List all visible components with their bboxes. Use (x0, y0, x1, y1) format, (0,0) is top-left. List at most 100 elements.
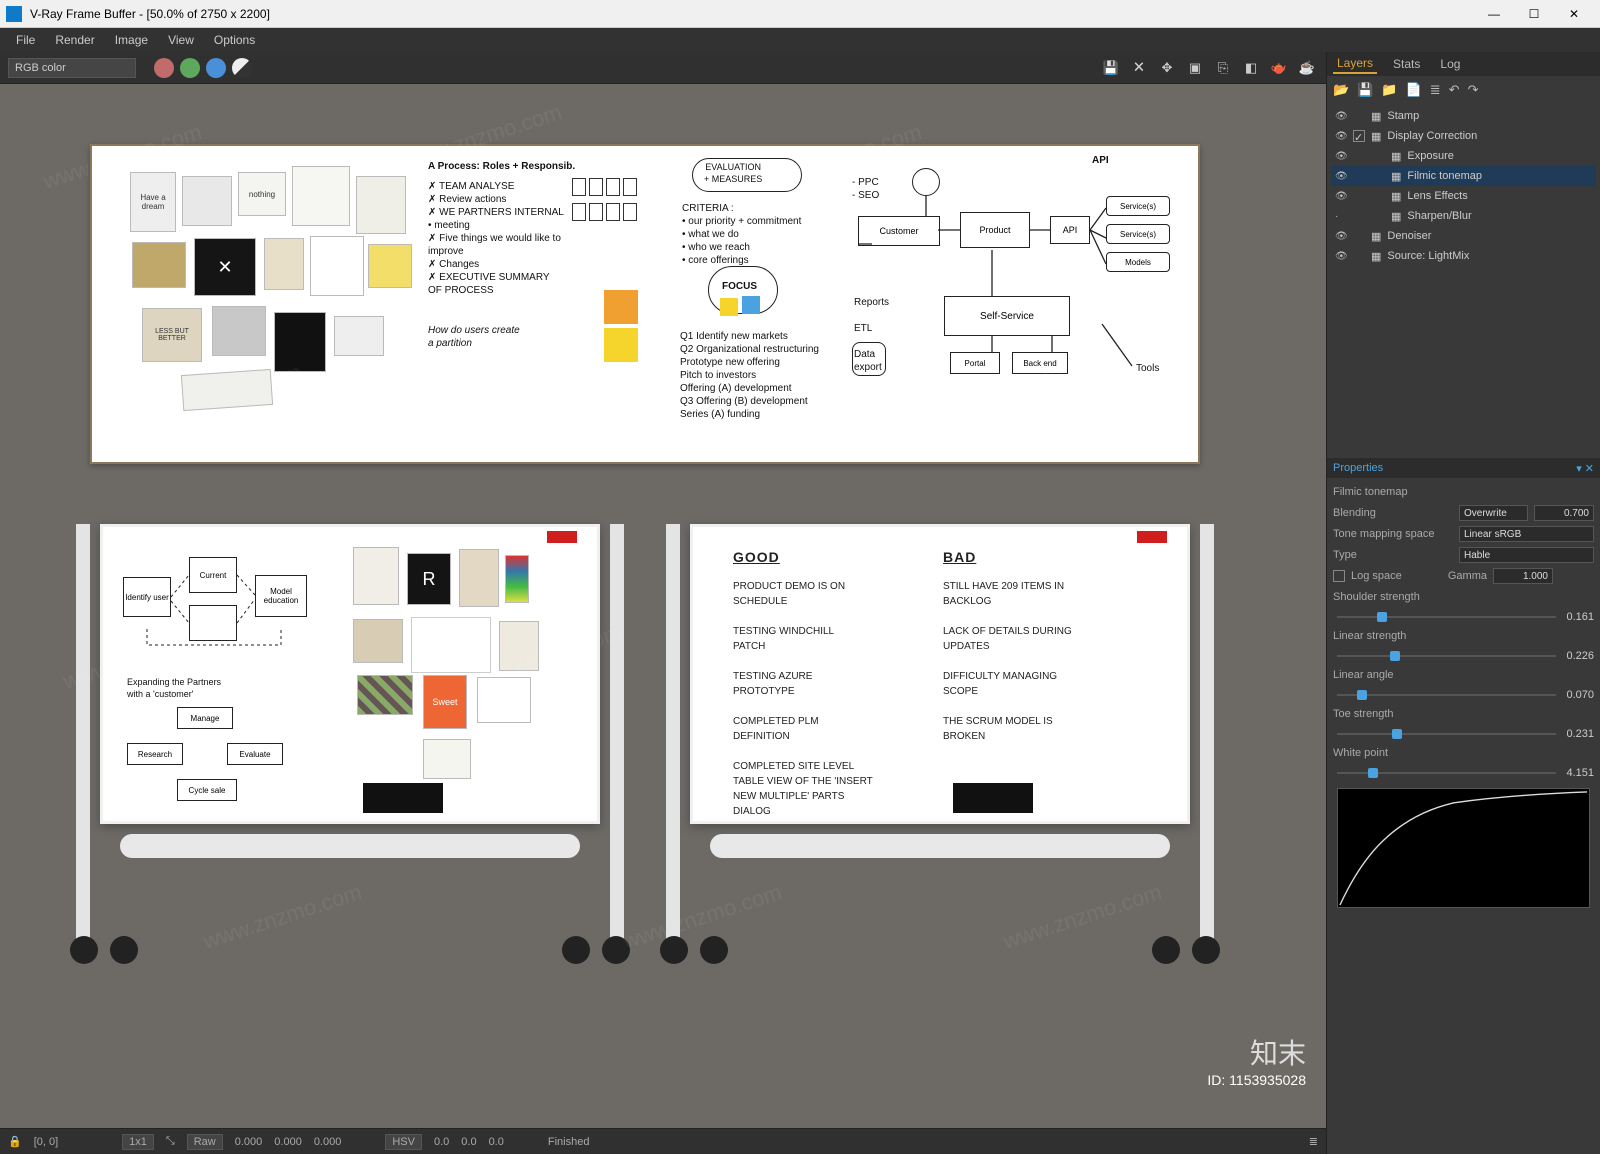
layer-redo-icon[interactable]: ↷ (1468, 82, 1479, 98)
layer-folder-icon[interactable]: 📁 (1381, 82, 1397, 98)
slider-thumb[interactable] (1368, 768, 1378, 778)
ab-compare-icon[interactable]: ◧ (1240, 57, 1262, 79)
type-dropdown[interactable]: Hable (1459, 547, 1594, 563)
layer-checkbox[interactable]: ✓ (1353, 130, 1365, 142)
gamma-value[interactable]: 1.000 (1493, 568, 1553, 584)
minimize-button[interactable]: — (1474, 1, 1514, 27)
moodboard-ticket (181, 369, 273, 411)
moodboard-sticky (368, 244, 412, 288)
log-space-checkbox[interactable] (1333, 570, 1345, 582)
layer-type-icon: ▦ (1391, 210, 1401, 223)
slider-value[interactable]: 0.231 (1566, 728, 1594, 740)
visibility-icon[interactable]: 👁 (1335, 191, 1347, 202)
blending-amount[interactable]: 0.700 (1534, 505, 1594, 521)
tab-stats[interactable]: Stats (1389, 55, 1424, 73)
brand-badge (547, 531, 577, 543)
layer-add-icon[interactable]: 📄 (1406, 82, 1422, 98)
layer-list-icon[interactable]: ≣ (1430, 82, 1441, 98)
board-criteria: CRITERIA : • our priority + commitment •… (682, 202, 801, 267)
properties-header[interactable]: Properties ▾ ✕ (1327, 458, 1600, 478)
menu-view[interactable]: View (158, 30, 204, 50)
slider-track[interactable] (1337, 655, 1556, 657)
slider-track[interactable] (1337, 616, 1556, 618)
slider-value[interactable]: 0.070 (1566, 689, 1594, 701)
channel-dropdown[interactable]: RGB color (8, 58, 136, 78)
link-icon[interactable]: ⎘ (1212, 57, 1234, 79)
channel-blue[interactable] (206, 58, 226, 78)
layer-row[interactable]: 👁▦Lens Effects (1331, 186, 1596, 206)
layer-name: Sharpen/Blur (1407, 210, 1592, 222)
slider-thumb[interactable] (1392, 729, 1402, 739)
slider-value[interactable]: 0.226 (1566, 650, 1594, 662)
layer-row[interactable]: 👁▦Exposure (1331, 146, 1596, 166)
teapot-icon[interactable]: ☕ (1296, 57, 1318, 79)
bucket-icon[interactable]: 🫖 (1268, 57, 1290, 79)
slider-value[interactable]: 4.151 (1566, 767, 1594, 779)
slider-track[interactable] (1337, 694, 1556, 696)
diagram-box: Product (960, 212, 1030, 248)
status-hsv-label[interactable]: HSV (385, 1134, 422, 1150)
menu-file[interactable]: File (6, 30, 45, 50)
visibility-icon[interactable]: 👁 (1335, 231, 1347, 242)
status-raw-b: 0.000 (314, 1136, 342, 1148)
layer-row[interactable]: 👁▦Source: LightMix (1331, 246, 1596, 266)
close-button[interactable]: ✕ (1554, 1, 1594, 27)
slider-value[interactable]: 0.161 (1566, 611, 1594, 623)
layer-row[interactable]: 👁▦Filmic tonemap (1331, 166, 1596, 186)
left-board-heading: Expanding the Partners with a 'customer' (127, 677, 221, 700)
slider-thumb[interactable] (1390, 651, 1400, 661)
region-icon[interactable]: ▣ (1184, 57, 1206, 79)
slider-track[interactable] (1337, 772, 1556, 774)
channel-mono[interactable] (232, 58, 252, 78)
layer-row[interactable]: 👁▦Denoiser (1331, 226, 1596, 246)
slider-thumb[interactable] (1357, 690, 1367, 700)
layer-load-icon[interactable]: 📂 (1333, 82, 1349, 98)
maximize-button[interactable]: ☐ (1514, 1, 1554, 27)
slider-track[interactable] (1337, 733, 1556, 735)
visibility-icon[interactable]: · (1335, 211, 1347, 222)
cursor-icon[interactable]: ✥ (1156, 57, 1178, 79)
blending-dropdown[interactable]: Overwrite (1459, 505, 1528, 521)
visibility-icon[interactable]: 👁 (1335, 251, 1347, 262)
save-icon[interactable]: 💾 (1100, 57, 1122, 79)
status-hsv-h: 0.0 (434, 1136, 449, 1148)
curve-icon[interactable]: ⤡ (166, 1135, 175, 1148)
visibility-icon[interactable]: 👁 (1335, 151, 1347, 162)
collapse-icon[interactable]: ▾ ✕ (1576, 462, 1594, 475)
diagram-box: Service(s) (1106, 224, 1170, 244)
tms-dropdown[interactable]: Linear sRGB (1459, 526, 1594, 542)
menu-render[interactable]: Render (45, 30, 104, 50)
tab-layers[interactable]: Layers (1333, 54, 1377, 74)
slider-label: Shoulder strength (1333, 591, 1453, 603)
visibility-icon[interactable]: 👁 (1335, 111, 1347, 122)
tab-log[interactable]: Log (1436, 55, 1464, 73)
layer-undo-icon[interactable]: ↶ (1449, 82, 1460, 98)
zoom-selector[interactable]: 1x1 (122, 1134, 154, 1150)
delete-icon[interactable]: 🗙 (1128, 57, 1150, 79)
lock-icon[interactable]: 🔒 (8, 1135, 22, 1148)
moodboard-photo (182, 176, 232, 226)
layer-row[interactable]: 👁✓▦Display Correction (1331, 126, 1596, 146)
slider-label: White point (1333, 747, 1453, 759)
tonemap-curve[interactable] (1337, 788, 1590, 908)
layer-save-icon[interactable]: 💾 (1357, 82, 1373, 98)
channel-red[interactable] (154, 58, 174, 78)
visibility-icon[interactable]: 👁 (1335, 171, 1347, 182)
expand-icon[interactable]: ≣ (1309, 1135, 1318, 1148)
visibility-icon[interactable]: 👁 (1335, 131, 1347, 142)
status-raw-label[interactable]: Raw (187, 1134, 223, 1150)
render-viewport[interactable]: Have a dream nothing ✕ LESS BUT BETTER (0, 84, 1326, 1128)
layer-type-icon: ▦ (1371, 110, 1381, 123)
layer-row[interactable]: 👁▦Stamp (1331, 106, 1596, 126)
menu-options[interactable]: Options (204, 30, 265, 50)
board-icon-grid (572, 178, 642, 224)
slider-thumb[interactable] (1377, 612, 1387, 622)
diagram-box: Models (1106, 252, 1170, 272)
left-board-collage: R Sweet (353, 547, 573, 787)
layer-row[interactable]: · ▦ Sharpen/Blur (1331, 206, 1596, 226)
diagram-node (912, 168, 940, 196)
channel-green[interactable] (180, 58, 200, 78)
moodboard-card: nothing (238, 172, 286, 216)
sticky-note (604, 328, 638, 362)
menu-image[interactable]: Image (105, 30, 158, 50)
